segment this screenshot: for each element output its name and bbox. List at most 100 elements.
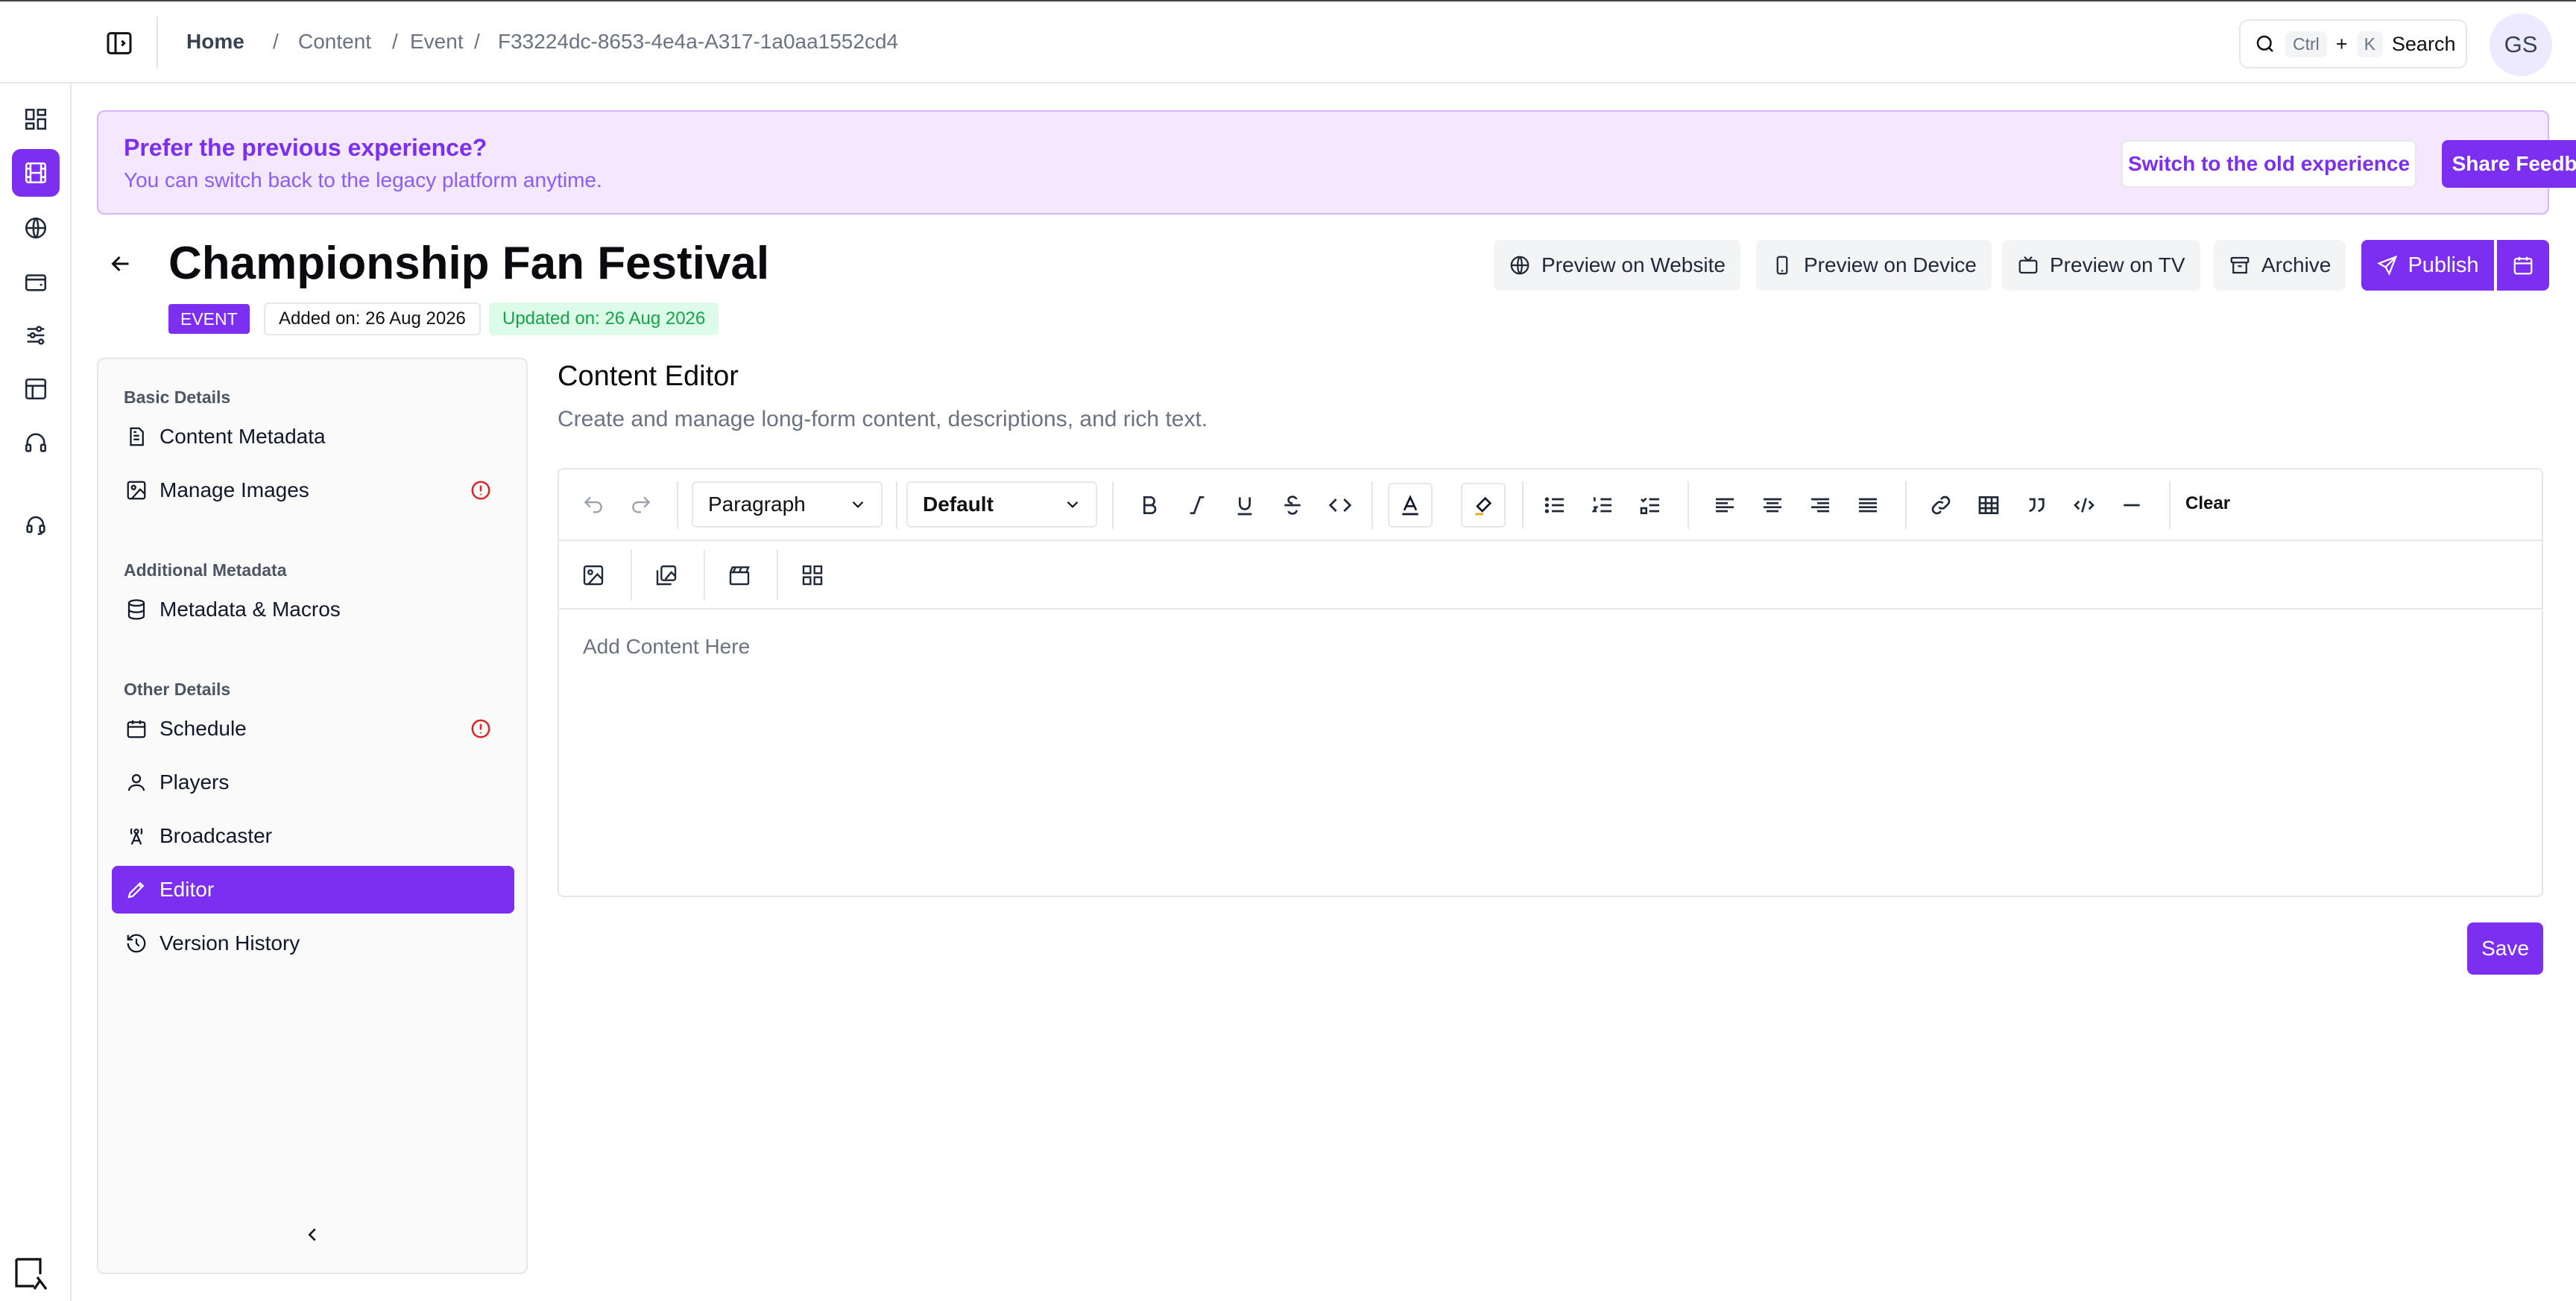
nav-item-metadata-macros[interactable]: Metadata & Macros (112, 586, 514, 633)
bold-icon[interactable] (1137, 493, 1161, 517)
breadcrumb-current: F33224dc-8653-4e4a-A317-1a0aa1552cd4 (498, 30, 899, 53)
editor-title: Content Editor (558, 361, 739, 392)
preview-website-button[interactable]: Preview on Website (1494, 240, 1740, 291)
gallery-icon[interactable] (654, 563, 678, 587)
preview-device-button[interactable]: Preview on Device (1756, 240, 1992, 291)
divider (1371, 481, 1373, 529)
broadcast-tower-icon (130, 828, 143, 845)
back-arrow-icon[interactable] (107, 250, 134, 277)
preview-tv-button[interactable]: Preview on TV (2002, 240, 2200, 291)
database-icon (127, 599, 145, 620)
code-icon[interactable] (1328, 493, 1352, 517)
divider (1905, 481, 1907, 529)
nav-label: Manage Images (160, 478, 309, 501)
editor-content-area[interactable]: Add Content Here (583, 635, 750, 659)
divider (677, 481, 678, 529)
font-select[interactable]: Default (906, 481, 1097, 528)
film-icon[interactable] (12, 149, 60, 197)
shortcut-plus: + (2335, 32, 2348, 55)
checklist-icon[interactable] (1638, 493, 1662, 517)
table-icon[interactable] (1977, 493, 2001, 517)
numbered-list-icon[interactable] (1591, 493, 1614, 517)
link-icon[interactable] (1929, 493, 1953, 517)
user-icon (127, 773, 145, 791)
pencil-icon (127, 881, 145, 899)
search-icon (2256, 35, 2273, 52)
support-icon[interactable] (12, 501, 60, 548)
quote-icon[interactable] (2024, 493, 2048, 517)
schedule-publish-button[interactable] (2497, 240, 2549, 291)
nav-item-broadcaster[interactable]: Broadcaster (112, 812, 514, 860)
shortcut-k: K (2356, 31, 2383, 57)
divider (896, 481, 897, 529)
align-right-icon[interactable] (1808, 493, 1832, 517)
nav-item-editor[interactable]: Editor (112, 866, 514, 914)
block-type-select[interactable]: Paragraph (692, 481, 883, 528)
insert-image-icon[interactable] (581, 563, 605, 587)
sidebar-toggle-icon[interactable] (104, 28, 134, 58)
nav-item-players[interactable]: Players (112, 759, 514, 806)
share-feedback-button[interactable]: Share Feedback (2442, 140, 2576, 188)
nav-label: Editor (160, 878, 215, 901)
file-text-icon (130, 427, 144, 446)
globe-icon (1510, 256, 1530, 275)
switch-old-experience-button[interactable]: Switch to the old experience (2121, 140, 2416, 188)
formatting-toolbar: Paragraph Default Clear (559, 469, 2542, 541)
align-justify-icon[interactable] (1856, 493, 1880, 517)
search-button[interactable]: Ctrl + K Search (2239, 19, 2467, 69)
nav-item-content-metadata[interactable]: Content Metadata (112, 413, 514, 460)
updated-date-badge: Updated on: 26 Aug 2026 (489, 303, 719, 335)
divider (1688, 481, 1689, 529)
undo-icon[interactable] (581, 493, 605, 517)
added-date-badge: Added on: 26 Aug 2026 (264, 303, 481, 335)
nav-item-manage-images[interactable]: Manage Images (112, 466, 514, 514)
redo-icon[interactable] (629, 493, 653, 517)
breadcrumb-separator: / (392, 30, 398, 53)
collapse-chevron-icon[interactable] (301, 1224, 323, 1246)
screenshot-tool-icon[interactable] (13, 1256, 52, 1292)
headphones-icon[interactable] (12, 419, 60, 466)
archive-button[interactable]: Archive (2214, 240, 2346, 291)
nav-label: Players (160, 770, 230, 794)
nav-item-version-history[interactable]: Version History (112, 919, 514, 967)
strikethrough-icon[interactable] (1281, 493, 1304, 517)
banner-title: Prefer the previous experience? (124, 134, 487, 161)
publish-button[interactable]: Publish (2361, 240, 2494, 291)
code-block-icon[interactable] (2072, 493, 2096, 517)
layout-icon[interactable] (12, 365, 60, 413)
clear-formatting-button[interactable]: Clear (2185, 493, 2230, 514)
nav-group-additional: Additional Metadata (124, 560, 287, 580)
nav-label: Broadcaster (160, 824, 272, 847)
divider (157, 16, 158, 69)
globe-icon[interactable] (12, 204, 60, 252)
highlight-button[interactable] (1461, 483, 1506, 528)
shortcut-ctrl: Ctrl (2285, 31, 2327, 57)
breadcrumb-content[interactable]: Content (298, 30, 371, 54)
dashboard-icon[interactable] (12, 95, 60, 143)
sliders-icon[interactable] (12, 311, 60, 359)
save-button[interactable]: Save (2467, 922, 2543, 975)
alert-circle-icon (471, 719, 490, 738)
nav-label: Content Metadata (160, 425, 326, 448)
breadcrumb-home[interactable]: Home (186, 30, 244, 54)
align-left-icon[interactable] (1713, 493, 1737, 517)
italic-icon[interactable] (1185, 493, 1209, 517)
underline-icon[interactable] (1233, 493, 1257, 517)
publish-label: Publish (2408, 253, 2479, 277)
archive-label: Archive (2261, 253, 2332, 276)
divider (631, 550, 632, 601)
bullet-list-icon[interactable] (1543, 493, 1567, 517)
user-avatar[interactable]: GS (2490, 13, 2552, 76)
media-toolbar (559, 541, 2542, 610)
block-type-value: Paragraph (708, 493, 806, 516)
grid-icon[interactable] (801, 563, 824, 587)
clapperboard-icon[interactable] (727, 563, 751, 587)
align-center-icon[interactable] (1761, 493, 1784, 517)
horizontal-rule-icon[interactable] (2120, 493, 2144, 517)
text-color-button[interactable] (1388, 483, 1433, 528)
breadcrumb-event[interactable]: Event (410, 30, 464, 54)
breadcrumb-separator: / (273, 30, 279, 53)
wallet-icon[interactable] (12, 258, 60, 306)
app-rail (0, 0, 72, 1301)
nav-item-schedule[interactable]: Schedule (112, 705, 514, 753)
